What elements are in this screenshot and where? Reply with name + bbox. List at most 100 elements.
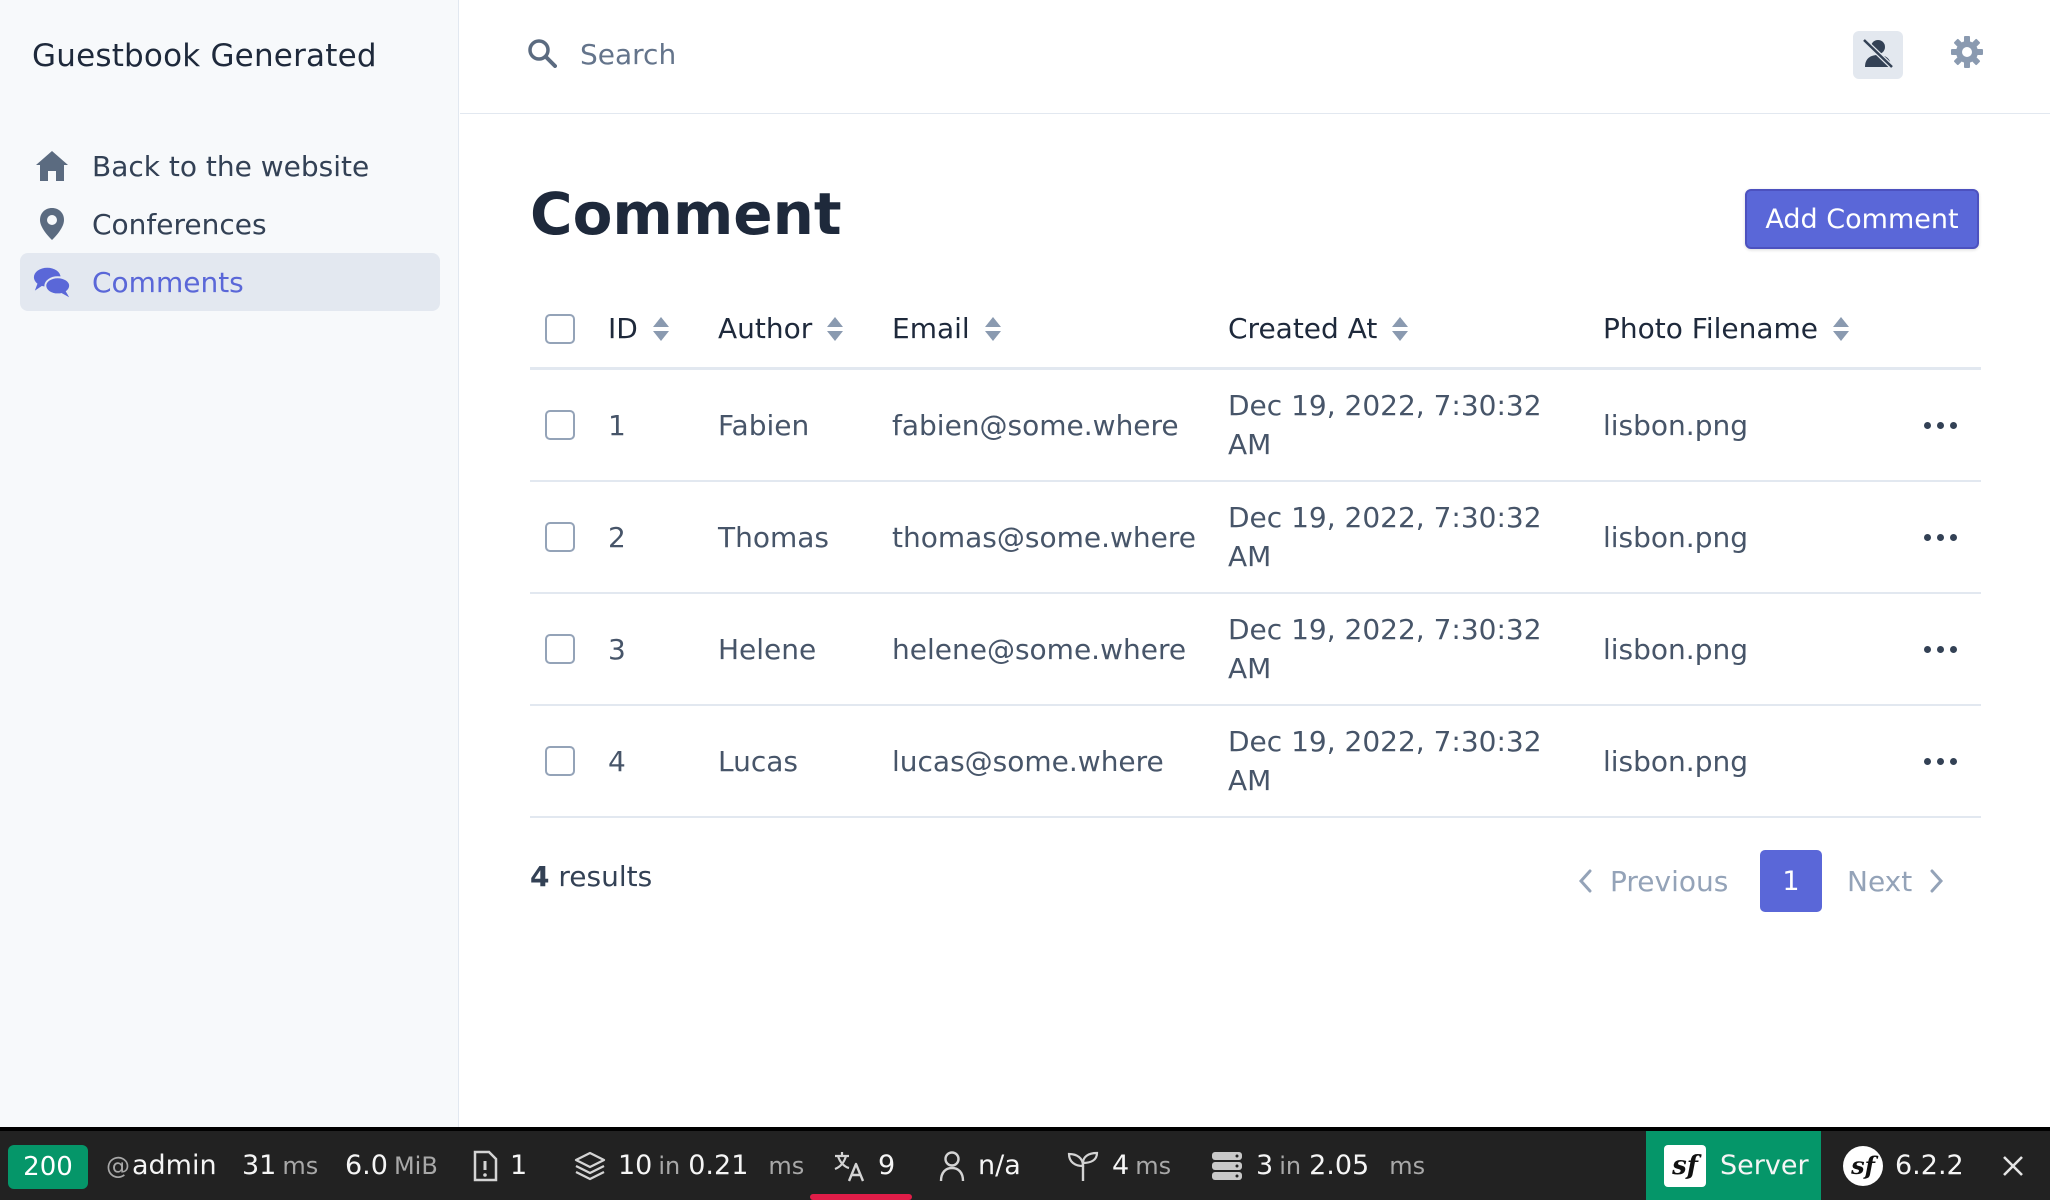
table-header: ID Author Email Created At Photo Filenam… (530, 290, 1981, 370)
column-header-photo-filename[interactable]: Photo Filename (1603, 290, 1850, 367)
symfony-logo-icon: sf (1843, 1145, 1883, 1186)
sidebar-nav: Back to the website Conferences Comments (20, 137, 440, 311)
translation-icon (832, 1149, 866, 1183)
ellipsis-icon (1923, 421, 1957, 429)
cell-created-at: Dec 19, 2022, 7:30:32 AM (1228, 501, 1542, 573)
cell-created-at: Dec 19, 2022, 7:30:32 AM (1228, 389, 1542, 461)
cell-author: Fabien (718, 408, 810, 442)
sidebar: Guestbook Generated Back to the website … (0, 0, 459, 1127)
sidebar-item-conferences[interactable]: Conferences (20, 195, 440, 253)
sort-icon[interactable] (652, 315, 670, 343)
table-row: 2 Thomas thomas@some.where Dec 19, 2022,… (530, 482, 1981, 594)
cell-email: fabien@some.where (892, 408, 1179, 442)
cell-author: Lucas (718, 744, 798, 778)
toolbar-translation[interactable]: 9 (832, 1131, 895, 1200)
column-header-id[interactable]: ID (608, 290, 670, 367)
toolbar-memory[interactable]: 6.0 MiB (345, 1131, 438, 1200)
log-file-icon (472, 1150, 498, 1182)
toolbar-user[interactable]: @ admin (106, 1131, 217, 1200)
debug-toolbar: 200 @ admin 31 ms 6.0 MiB 1 10 in 0.21 ms … (0, 1127, 2050, 1200)
pagination-previous[interactable]: Previous (1578, 850, 1728, 912)
cell-photo-filename: lisbon.png (1603, 520, 1748, 554)
pagination-page-1[interactable]: 1 (1760, 850, 1822, 912)
results-count: 4 results (530, 860, 652, 893)
layers-icon (574, 1150, 606, 1182)
cell-photo-filename: lisbon.png (1603, 632, 1748, 666)
ellipsis-icon (1923, 645, 1957, 653)
cell-id: 1 (608, 408, 626, 442)
cell-photo-filename: lisbon.png (1603, 744, 1748, 778)
cell-email: lucas@some.where (892, 744, 1164, 778)
ellipsis-icon (1923, 533, 1957, 541)
column-header-author[interactable]: Author (718, 290, 844, 367)
table-row: 3 Helene helene@some.where Dec 19, 2022,… (530, 594, 1981, 706)
toolbar-logs[interactable]: 1 (472, 1131, 527, 1200)
sidebar-item-label: Conferences (92, 207, 267, 241)
cell-id: 2 (608, 520, 626, 554)
toolbar-symfony-version[interactable]: sf 6.2.2 (1843, 1131, 1964, 1200)
chevron-left-icon (1578, 869, 1592, 893)
toolbar-close-button[interactable] (2001, 1131, 2025, 1200)
add-comment-button[interactable]: Add Comment (1745, 189, 1979, 249)
user-slash-icon (1861, 37, 1895, 73)
close-icon (2001, 1154, 2025, 1178)
comments-icon (32, 262, 72, 302)
search-icon (527, 38, 557, 72)
cell-author: Thomas (718, 520, 830, 554)
cell-id: 4 (608, 744, 626, 778)
row-checkbox[interactable] (545, 634, 575, 664)
cell-id: 3 (608, 632, 626, 666)
cell-author: Helene (718, 632, 817, 666)
database-icon (1210, 1150, 1244, 1182)
sort-icon[interactable] (984, 315, 1002, 343)
search-input[interactable] (580, 30, 1280, 78)
topbar (460, 0, 2050, 114)
toolbar-server[interactable]: sf Server (1646, 1131, 1821, 1200)
row-actions-button[interactable] (1910, 370, 1970, 480)
person-icon (938, 1150, 966, 1182)
cell-created-at: Dec 19, 2022, 7:30:32 AM (1228, 725, 1542, 797)
sort-icon[interactable] (1391, 315, 1409, 343)
pagination-next[interactable]: Next (1847, 850, 1944, 912)
sidebar-item-back-to-website[interactable]: Back to the website (20, 137, 440, 195)
row-checkbox[interactable] (545, 522, 575, 552)
home-icon (32, 146, 72, 186)
active-panel-indicator (810, 1194, 912, 1200)
comments-table: ID Author Email Created At Photo Filenam… (530, 290, 1981, 818)
row-checkbox[interactable] (545, 410, 575, 440)
row-checkbox[interactable] (545, 746, 575, 776)
sort-icon[interactable] (1832, 315, 1850, 343)
cell-created-at: Dec 19, 2022, 7:30:32 AM (1228, 613, 1542, 685)
ellipsis-icon (1923, 757, 1957, 765)
sidebar-item-label: Back to the website (92, 149, 370, 183)
settings-button[interactable] (1947, 34, 1987, 74)
toolbar-database[interactable]: 3 in 2.05 ms (1210, 1131, 1425, 1200)
sprout-icon (1066, 1150, 1100, 1182)
results-label: results (558, 860, 653, 893)
toolbar-twig[interactable]: 10 in 0.21 ms (574, 1131, 804, 1200)
cell-photo-filename: lisbon.png (1603, 408, 1748, 442)
user-menu-button[interactable] (1853, 31, 1903, 79)
sort-icon[interactable] (826, 315, 844, 343)
table-row: 1 Fabien fabien@some.where Dec 19, 2022,… (530, 370, 1981, 482)
sidebar-item-comments[interactable]: Comments (20, 253, 440, 311)
page-title: Comment (530, 180, 842, 248)
toolbar-events[interactable]: 4 ms (1066, 1131, 1171, 1200)
status-code-badge[interactable]: 200 (8, 1145, 88, 1189)
toolbar-security[interactable]: n/a (938, 1131, 1021, 1200)
chevron-right-icon (1930, 869, 1944, 893)
select-all-checkbox[interactable] (545, 313, 575, 344)
row-actions-button[interactable] (1910, 482, 1970, 592)
toolbar-time[interactable]: 31 ms (242, 1131, 318, 1200)
row-actions-button[interactable] (1910, 706, 1970, 816)
sidebar-item-label: Comments (92, 265, 244, 299)
row-actions-button[interactable] (1910, 594, 1970, 704)
map-marker-icon (32, 204, 72, 244)
cell-email: thomas@some.where (892, 520, 1196, 554)
column-header-email[interactable]: Email (892, 290, 1002, 367)
gear-icon (1950, 35, 1984, 73)
brand-title[interactable]: Guestbook Generated (32, 38, 377, 74)
results-number: 4 (530, 860, 550, 893)
column-header-created-at[interactable]: Created At (1228, 290, 1568, 367)
cell-email: helene@some.where (892, 632, 1187, 666)
